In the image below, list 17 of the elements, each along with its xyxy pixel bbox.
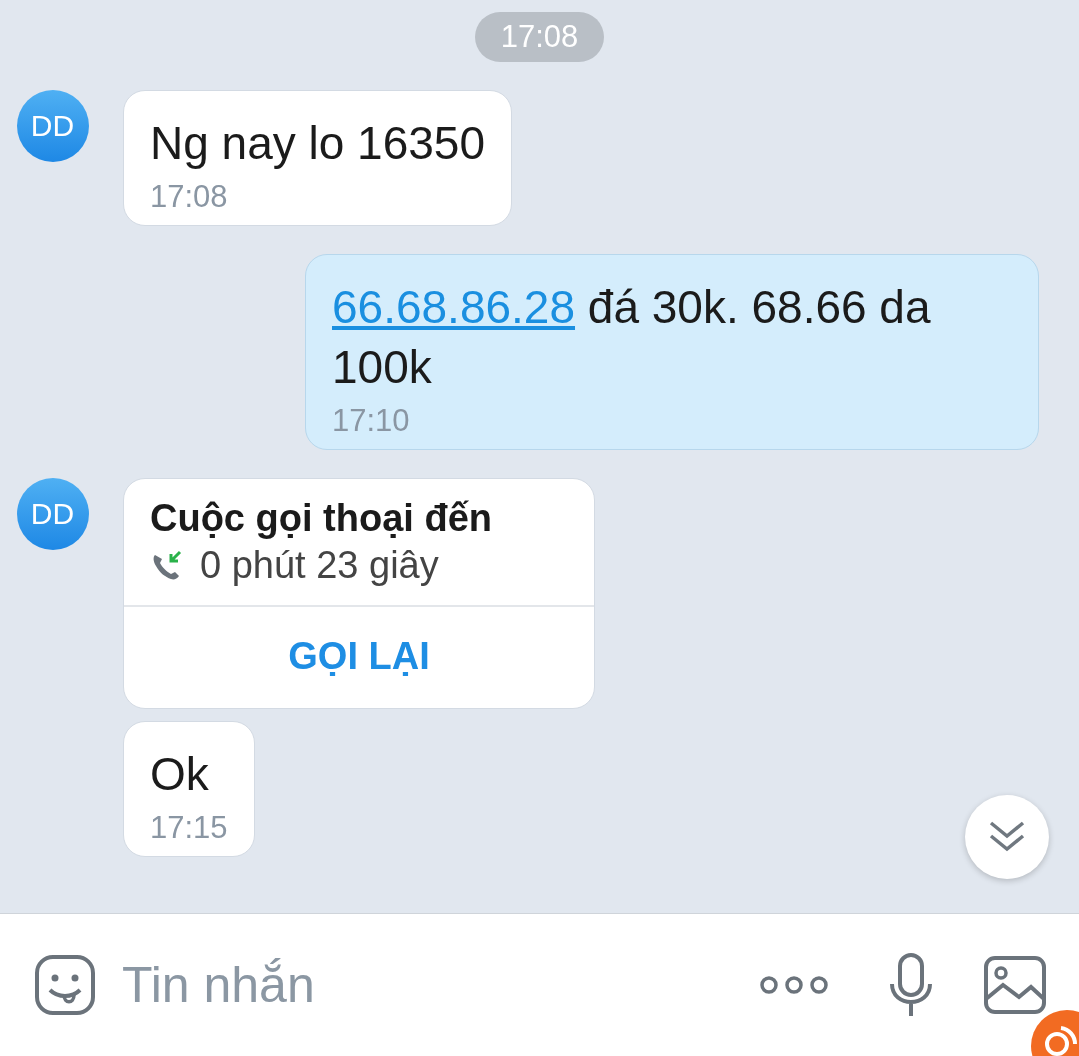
contact-avatar[interactable]: DD (16, 478, 89, 550)
message-text: Ok (150, 747, 210, 802)
scroll-down-button[interactable] (965, 795, 1049, 879)
message-text: 66.68.86.28 đá 30k. 68.66 da 100k (332, 280, 932, 395)
message-time: 17:15 (150, 810, 228, 846)
message-text: Ng nay lo 16350 (150, 116, 486, 171)
more-icon[interactable] (759, 973, 829, 997)
time-chip: 17:08 (474, 12, 605, 62)
sticker-icon[interactable] (34, 954, 96, 1016)
message-time: 17:08 (150, 179, 229, 215)
call-duration: 0 phút 23 giây (200, 544, 439, 587)
call-back-button[interactable]: GỌI LẠI (124, 607, 594, 708)
message-time: 17:10 (332, 403, 411, 439)
call-title: Cuộc gọi thoại đến (150, 497, 493, 540)
link[interactable]: 66.68.86.28 (332, 281, 575, 333)
image-icon[interactable] (983, 955, 1047, 1015)
contact-avatar[interactable]: DD (16, 90, 89, 162)
